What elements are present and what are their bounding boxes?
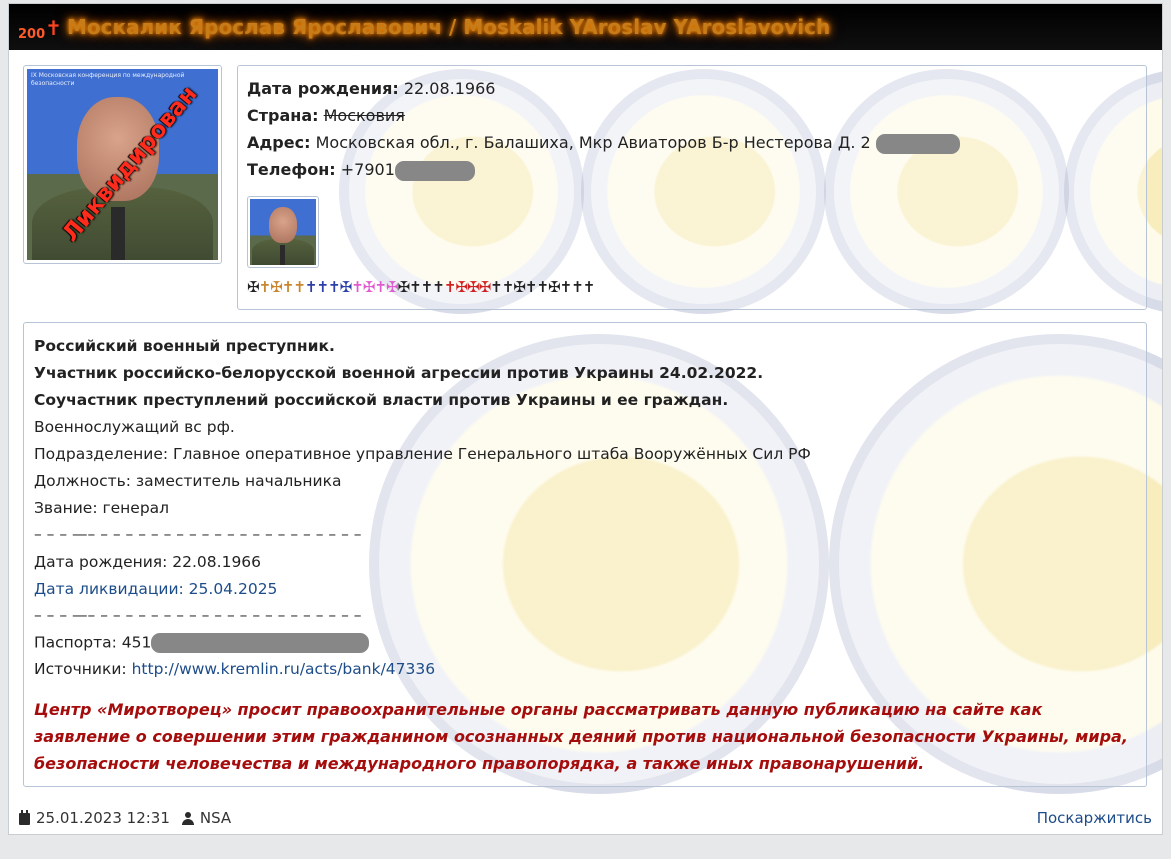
sources-label: Источники: xyxy=(34,660,127,678)
biography-panel: Российский военный преступник. Участник … xyxy=(23,322,1147,787)
cross-icon: ✠ xyxy=(270,278,283,296)
page-header: 200✝ Москалик Ярослав Ярославович / Mosk… xyxy=(9,4,1162,50)
birth-date-row: Дата рождения: 22.08.1966 xyxy=(247,79,495,98)
birth-date-label: Дата рождения: xyxy=(247,79,399,98)
post-author: NSA xyxy=(199,809,232,827)
cross-icon: ✝ xyxy=(432,278,445,296)
cross-icon: ✠ xyxy=(513,278,526,296)
bio-passport: Паспорта: 451 xyxy=(34,633,370,653)
cross-icon: ✝ xyxy=(524,278,538,296)
cross-icon: ✠ xyxy=(466,278,480,296)
cross-icon: ✝ xyxy=(559,278,573,296)
main-photo-frame[interactable]: IX Московская конференция по международн… xyxy=(23,65,222,264)
bio-statement: Российский военный преступник. xyxy=(34,337,335,355)
page-title: Москалик Ярослав Ярославович / Moskalik … xyxy=(67,15,831,39)
country-value: Московия xyxy=(323,106,405,125)
cross-icon: ✠ xyxy=(339,278,353,296)
cross-icon: ✠ xyxy=(548,278,561,296)
cross-icon: ✠ xyxy=(455,278,468,296)
complain-link[interactable]: Поскаржитись xyxy=(1037,809,1152,827)
address-value: Московская обл., г. Балашиха, Мкр Авиато… xyxy=(315,133,871,152)
cross-icon: ✠ xyxy=(397,278,411,296)
cross-icon: ✝ xyxy=(582,278,596,296)
cross-icon: ✝ xyxy=(374,278,387,296)
cross-icon: ✠ xyxy=(247,278,260,296)
cross-icon: ✠ xyxy=(362,278,376,296)
post-meta: 25.01.2023 12:31 NSA xyxy=(19,809,231,827)
phone-label: Телефон: xyxy=(247,160,336,179)
portrait-photo[interactable]: IX Московская конференция по международн… xyxy=(27,69,218,260)
redaction-mask xyxy=(394,160,475,181)
cross-icon: ✝ xyxy=(304,278,318,296)
bio-rank: Звание: генерал xyxy=(34,499,170,517)
tie-shape xyxy=(111,207,125,260)
photo-thumbnail[interactable] xyxy=(247,196,319,268)
bio-birth-date: Дата рождения: 22.08.1966 xyxy=(34,553,262,571)
thumbnail-image[interactable] xyxy=(250,199,316,265)
cross-icon: ✝ xyxy=(45,16,62,40)
cross-icon: ✝ xyxy=(328,278,341,296)
casualty-mark: 200✝ xyxy=(18,16,62,43)
bio-position: Должность: заместитель начальника xyxy=(34,472,342,490)
tie-shape xyxy=(280,245,285,265)
cross-icon: ✝ xyxy=(351,278,364,296)
casualty-number: 200 xyxy=(18,27,46,42)
bio-sources: Источники: http://www.kremlin.ru/acts/ba… xyxy=(34,660,435,678)
country-row: Страна: Московия xyxy=(247,106,405,125)
cross-icon: ✝ xyxy=(409,278,422,296)
address-label: Адрес: xyxy=(247,133,311,152)
country-label: Страна: xyxy=(247,106,319,125)
birth-date-value: 22.08.1966 xyxy=(403,79,496,98)
bio-service: Военнослужащий вс рф. xyxy=(34,418,235,436)
bio-unit: Подразделение: Главное оперативное управ… xyxy=(34,445,811,463)
phone-row: Телефон: +7901 xyxy=(247,160,475,181)
cross-icon: ✝ xyxy=(316,278,329,296)
info-panel: Дата рождения: 22.08.1966 Страна: Москов… xyxy=(237,65,1147,310)
user-icon xyxy=(181,812,194,825)
warning-text: Центр «Миротворец» просит правоохранител… xyxy=(34,700,1128,773)
cross-icon: ✝ xyxy=(501,278,515,296)
cross-icon: ✝ xyxy=(571,278,584,296)
page-background xyxy=(0,836,1171,859)
passport-label: Паспорта: 451 xyxy=(34,633,152,652)
bio-statement: Участник российско-белорусской военной а… xyxy=(34,364,764,382)
cross-icon: ✝ xyxy=(293,278,306,296)
cross-icon: ✝ xyxy=(490,278,503,296)
cross-icon: ✝ xyxy=(443,278,457,296)
cross-icon: ✝ xyxy=(536,278,549,296)
head-shape xyxy=(269,207,297,243)
redaction-mask xyxy=(875,133,960,154)
calendar-icon xyxy=(19,810,30,825)
cross-icon: ✠ xyxy=(385,278,399,296)
source-link[interactable]: http://www.kremlin.ru/acts/bank/47336 xyxy=(132,660,436,678)
separator-line: – – – —– – – – – – – – – – – – – – – – –… xyxy=(34,606,362,624)
cross-icon: ✝ xyxy=(281,278,295,296)
bio-statement: Соучастник преступлений российской власт… xyxy=(34,391,729,409)
cross-icon: ✝ xyxy=(420,278,434,296)
cross-symbols-row: ✠✝✠✝✝✝✝✝✠✝✠✝✠✠✝✝✝✝✠✠✠✝✝✠✝✝✠✝✝✝ xyxy=(247,278,596,296)
post-footer: 25.01.2023 12:31 NSA Поскаржитись xyxy=(9,802,1162,834)
bio-liquidation-date: Дата ликвидации: 25.04.2025 xyxy=(34,580,278,598)
redaction-mask xyxy=(151,633,370,653)
post-date: 25.01.2023 12:31 xyxy=(36,809,170,827)
profile-card: 200✝ Москалик Ярослав Ярославович / Mosk… xyxy=(8,3,1163,835)
address-row: Адрес: Московская обл., г. Балашиха, Мкр… xyxy=(247,133,960,154)
cross-icon: ✠ xyxy=(478,278,492,296)
phone-value: +7901 xyxy=(340,160,395,179)
cross-icon: ✝ xyxy=(258,278,272,296)
separator-line: – – – —– – – – – – – – – – – – – – – – –… xyxy=(34,525,362,543)
